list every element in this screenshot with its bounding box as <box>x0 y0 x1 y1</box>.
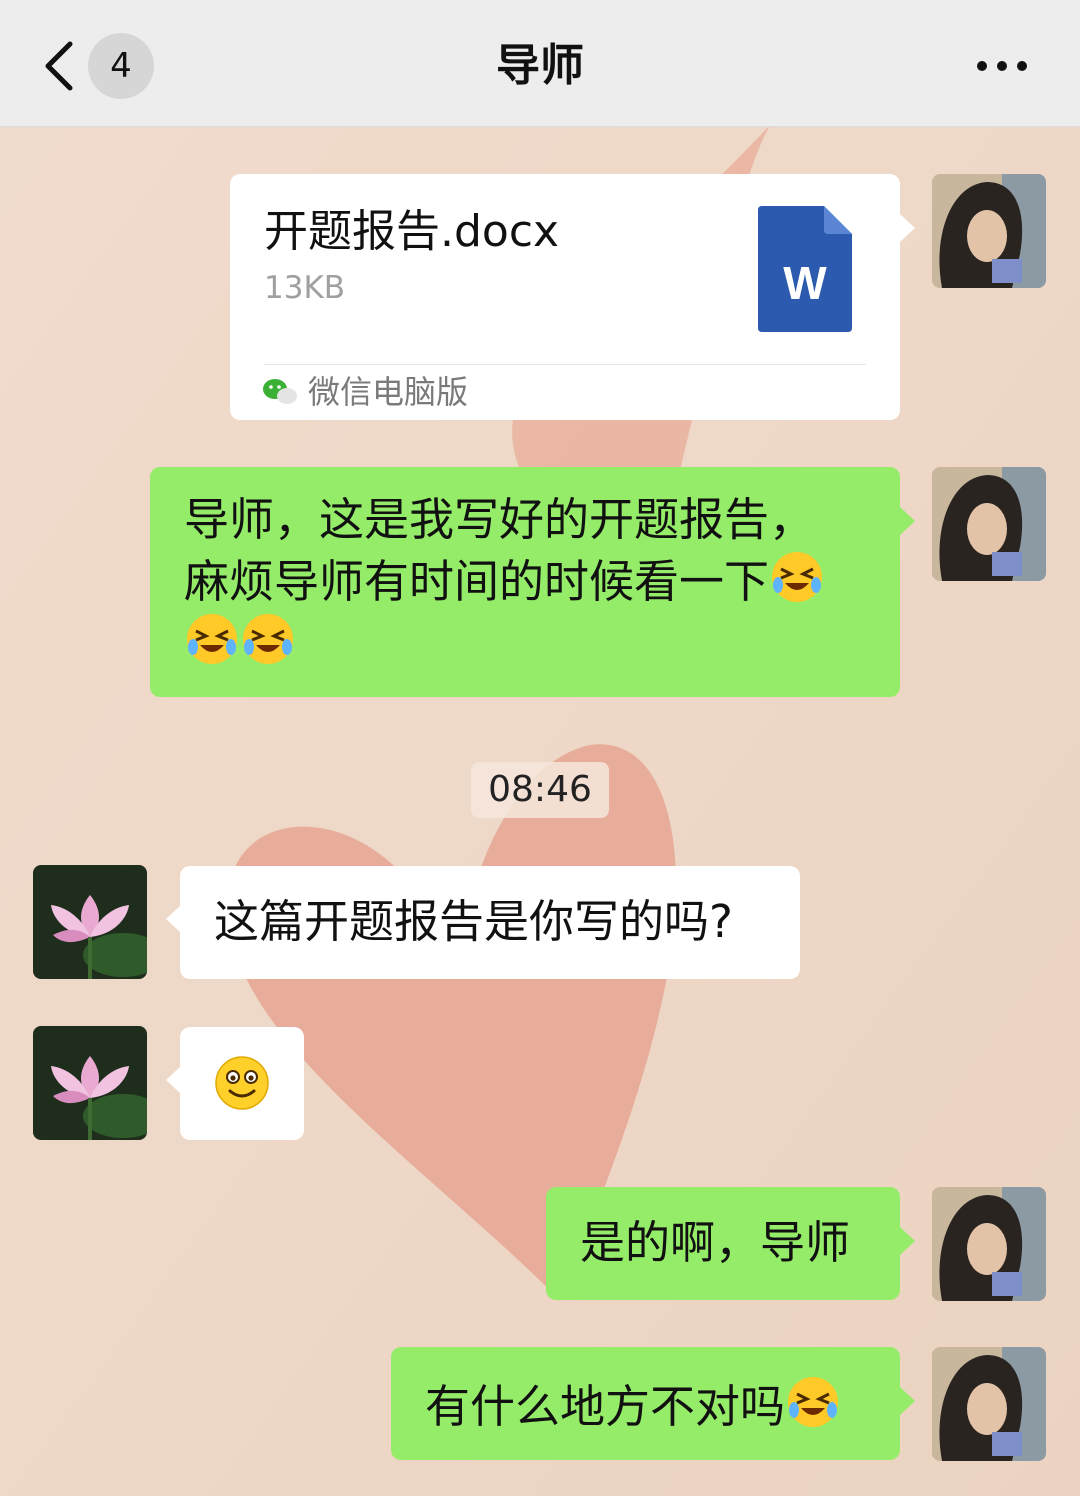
bubble-tail <box>166 905 181 933</box>
message-text: 是的啊，导师 <box>580 1216 851 1269</box>
text-message-bubble[interactable]: 这篇开题报告是你写的吗? <box>180 866 800 979</box>
bubble-tail <box>166 1066 181 1094</box>
file-size: 13KB <box>264 270 346 306</box>
my-avatar[interactable] <box>932 1187 1046 1301</box>
file-name: 开题报告.docx <box>264 206 560 257</box>
message-line-with-emoji: 麻烦导师有时间的时候看一下 <box>184 549 900 611</box>
grinning-squint-tears-emoji <box>243 614 293 664</box>
file-divider <box>264 364 866 365</box>
grinning-squint-tears-emoji <box>772 552 823 602</box>
timestamp: 08:46 <box>471 762 609 818</box>
my-avatar[interactable] <box>932 1347 1046 1461</box>
bubble-tail <box>900 507 915 535</box>
text-message-bubble[interactable]: 是的啊，导师 <box>546 1187 900 1300</box>
file-message-bubble[interactable]: 开题报告.docx 13KB W 微信电脑版 <box>230 174 900 420</box>
text-message-bubble[interactable]: 有什么地方不对吗 <box>391 1347 900 1460</box>
wechat-icon <box>263 379 297 404</box>
smile-emoji <box>215 1056 269 1110</box>
chat-header: 4 导师 <box>0 0 1080 127</box>
bubble-tail <box>900 214 915 242</box>
message-text: 有什么地方不对吗 <box>425 1380 786 1433</box>
message-text: 这篇开题报告是你写的吗? <box>214 895 733 948</box>
emoji-message-bubble[interactable] <box>180 1027 304 1140</box>
file-source-label: 微信电脑版 <box>308 373 469 411</box>
text-message-bubble[interactable]: 导师，这是我写好的开题报告， 麻烦导师有时间的时候看一下 <box>150 467 900 697</box>
bubble-tail <box>900 1227 915 1255</box>
contact-avatar[interactable] <box>33 865 147 979</box>
chat-title: 导师 <box>496 40 584 91</box>
contact-avatar[interactable] <box>33 1026 147 1140</box>
more-dots-icon[interactable] <box>972 54 1032 78</box>
word-doc-icon: W <box>758 206 852 332</box>
message-line: 导师，这是我写好的开题报告， <box>184 493 815 546</box>
message-line: 麻烦导师有时间的时候看一下 <box>184 555 770 608</box>
grinning-squint-tears-emoji <box>788 1377 839 1427</box>
bubble-tail <box>900 1387 915 1415</box>
message-line-emojis <box>184 611 900 673</box>
grinning-squint-tears-emoji <box>187 614 237 664</box>
my-avatar[interactable] <box>932 174 1046 288</box>
my-avatar[interactable] <box>932 467 1046 581</box>
word-letter: W <box>783 257 827 309</box>
